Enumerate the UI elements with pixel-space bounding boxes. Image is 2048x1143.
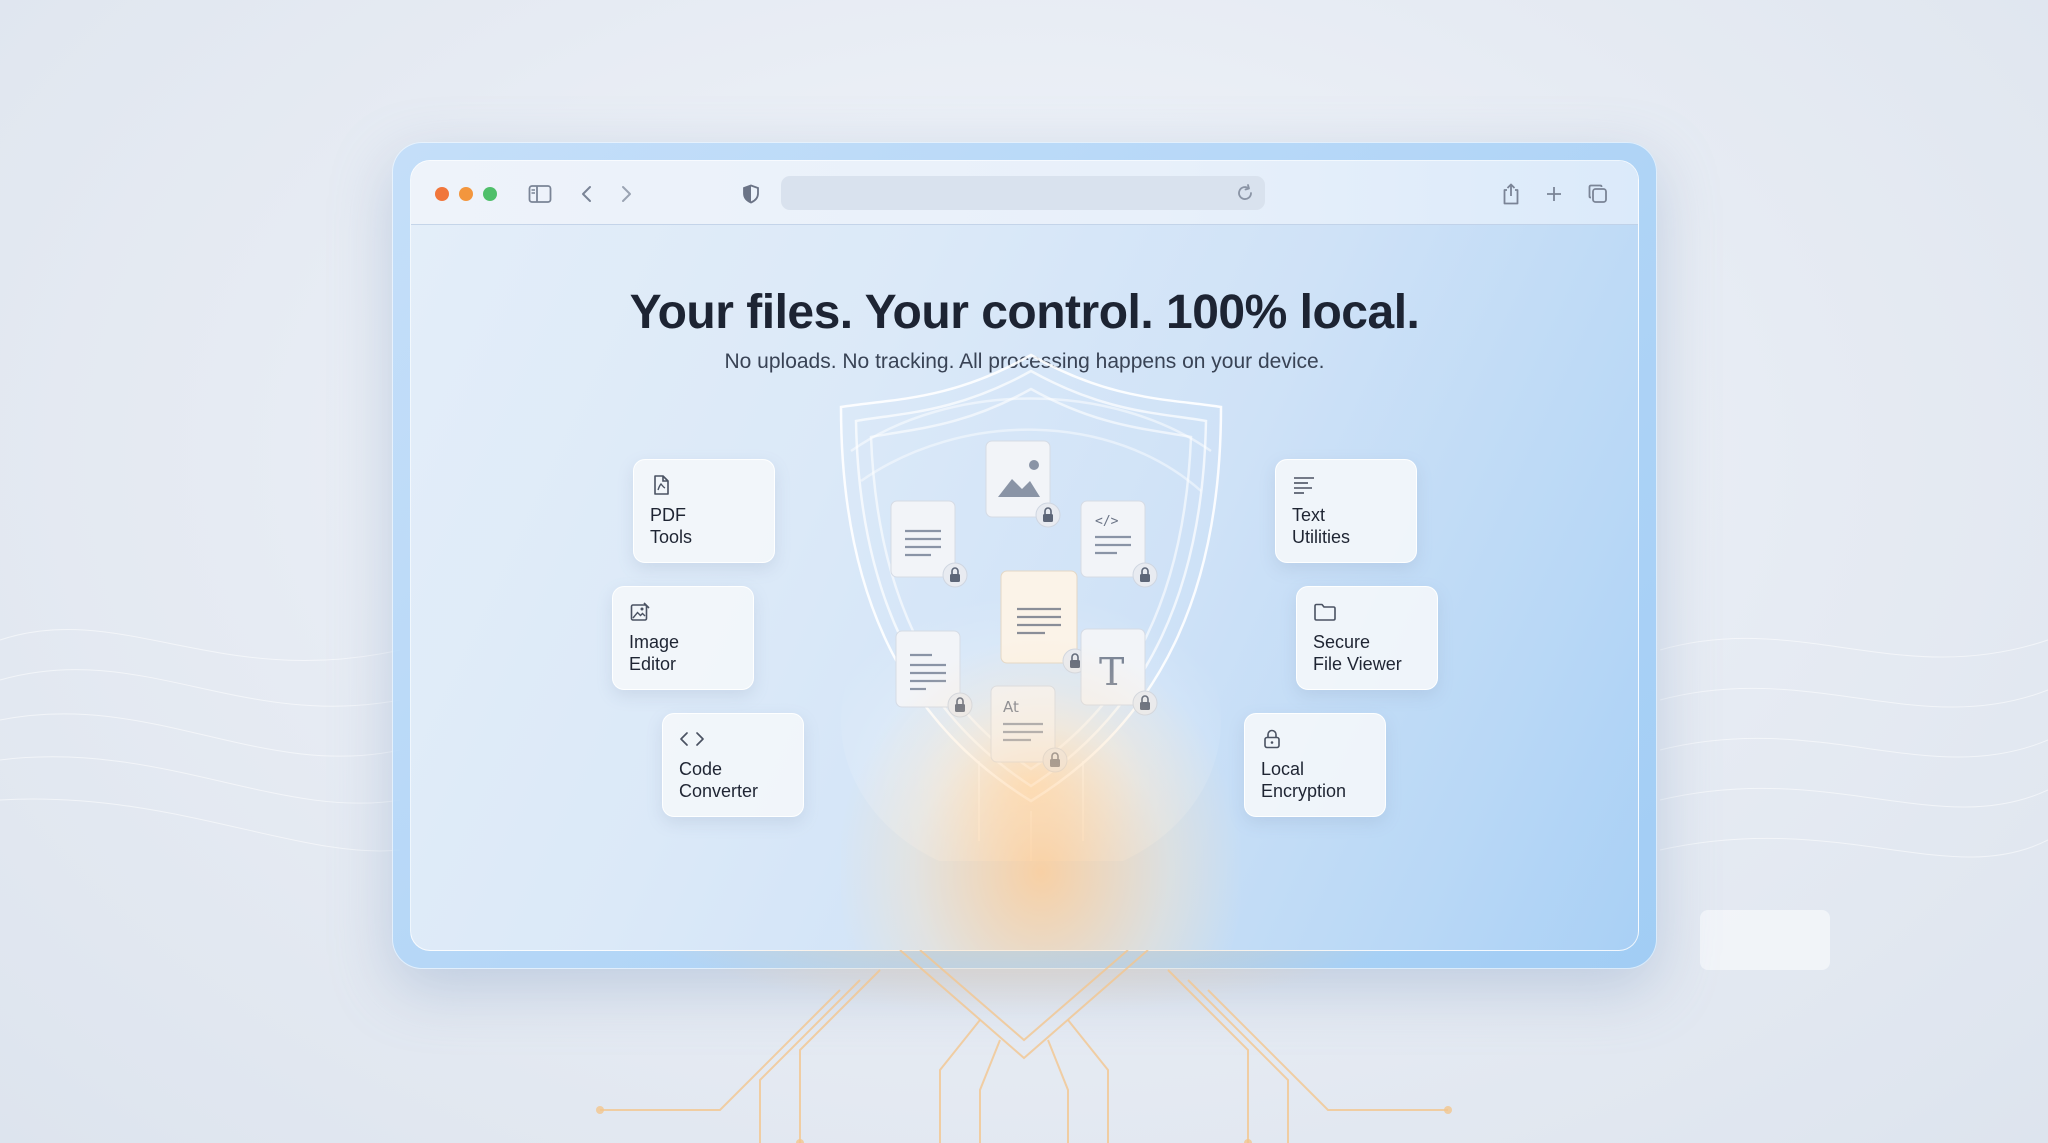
privacy-shield-icon[interactable]: [738, 181, 764, 207]
new-tab-icon[interactable]: [1541, 181, 1567, 207]
code-converter-label: Code Converter: [679, 759, 759, 801]
address-bar[interactable]: [781, 176, 1265, 210]
svg-text:</>: </>: [1095, 514, 1119, 529]
image-editor-card[interactable]: Image Editor: [612, 586, 754, 690]
minimize-window-button[interactable]: [459, 187, 473, 201]
pdf-tools-label: PDF Tools: [650, 505, 693, 547]
close-window-button[interactable]: [435, 187, 449, 201]
code-converter-card[interactable]: Code Converter: [662, 713, 804, 817]
share-icon[interactable]: [1498, 181, 1524, 207]
text-lines-icon: [1292, 474, 1314, 496]
sidebar-toggle-icon[interactable]: [527, 181, 553, 207]
svg-text:At: At: [1003, 698, 1019, 716]
secure-file-viewer-card[interactable]: Secure File Viewer: [1296, 586, 1438, 690]
maximize-window-button[interactable]: [483, 187, 497, 201]
lock-icon: [1261, 728, 1283, 750]
tab-overview-icon[interactable]: [1585, 181, 1611, 207]
image-edit-icon: [629, 601, 651, 623]
text-utilities-label: Text Utilities: [1292, 505, 1351, 547]
folder-icon: [1313, 601, 1336, 623]
reload-icon[interactable]: [1233, 181, 1257, 205]
browser-viewport: Your files. Your control. 100% local. No…: [410, 160, 1639, 951]
pdf-tools-card[interactable]: PDF Tools: [633, 459, 775, 563]
svg-text:T: T: [1099, 650, 1124, 694]
back-icon[interactable]: [574, 181, 600, 207]
secure-file-viewer-label: Secure File Viewer: [1313, 632, 1402, 674]
browser-window: Your files. Your control. 100% local. No…: [392, 142, 1657, 969]
browser-toolbar: [411, 161, 1638, 225]
text-utilities-card[interactable]: Text Utilities: [1275, 459, 1417, 563]
circuit-board-graphic: [596, 950, 1452, 1143]
image-editor-label: Image Editor: [629, 632, 680, 674]
page-title: Your files. Your control. 100% local.: [629, 286, 1420, 339]
pdf-file-icon: [650, 474, 672, 496]
forward-icon[interactable]: [613, 181, 639, 207]
local-encryption-label: Local Encryption: [1261, 759, 1347, 801]
code-brackets-icon: [679, 728, 704, 750]
local-encryption-card[interactable]: Local Encryption: [1244, 713, 1386, 817]
shield-illustration: </> T At: [839, 353, 1223, 861]
